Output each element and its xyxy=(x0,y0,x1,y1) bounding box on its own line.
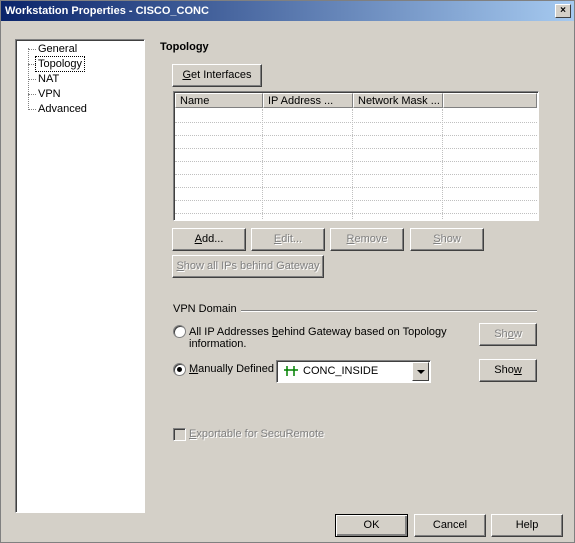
tree-item-topology[interactable]: Topology xyxy=(35,56,86,72)
add-button[interactable]: Add... xyxy=(172,228,246,251)
column-header-name[interactable]: Name xyxy=(175,93,263,108)
label-text: anually Defined xyxy=(198,363,275,375)
tree-connector xyxy=(28,49,36,50)
mnemonic: G xyxy=(182,69,191,81)
network-icon xyxy=(284,366,298,376)
interfaces-table[interactable]: Name IP Address ... Network Mask ... xyxy=(173,91,539,221)
label-text: xportable for SecuRemote xyxy=(196,428,325,440)
tree-item-advanced[interactable]: Advanced xyxy=(36,102,89,116)
button-label: w xyxy=(513,328,522,340)
button-label: dd... xyxy=(201,233,224,245)
section-title: Topology xyxy=(160,41,209,53)
radio-all-ip-addresses[interactable] xyxy=(173,325,186,338)
tree-connector xyxy=(28,94,36,95)
mnemonic: A xyxy=(194,233,202,245)
table-row[interactable] xyxy=(175,110,537,123)
column-header-extra[interactable] xyxy=(443,93,537,108)
button-label: dit... xyxy=(281,233,303,245)
table-row[interactable] xyxy=(175,123,537,136)
mnemonic: S xyxy=(433,233,441,245)
ok-button[interactable]: OK xyxy=(335,514,408,537)
column-header-ip-address[interactable]: IP Address ... xyxy=(263,93,353,108)
remove-button[interactable]: Remove xyxy=(330,228,404,251)
edit-button[interactable]: Edit... xyxy=(251,228,325,251)
selected-value: CONC_INSIDE xyxy=(303,365,379,377)
radio-manually-defined-label[interactable]: Manually Defined xyxy=(189,363,274,375)
button-label: emove xyxy=(354,233,388,245)
show-manual-button[interactable]: Show xyxy=(479,359,537,382)
tree-item-general[interactable]: General xyxy=(36,42,79,56)
help-button[interactable]: Help xyxy=(491,514,563,537)
tree-connector xyxy=(28,109,36,110)
manual-domain-select[interactable]: CONC_INSIDE xyxy=(276,360,431,383)
show-all-ips-button[interactable]: Show all IPs behind Gateway xyxy=(172,255,324,278)
chevron-down-icon[interactable] xyxy=(412,362,429,381)
label-text: ehind Gateway based on Topology xyxy=(278,326,447,338)
navigation-tree: General Topology NAT VPN Advanced xyxy=(15,39,145,513)
get-interfaces-button[interactable]: Get Interfaces xyxy=(172,64,262,87)
button-label: Sho xyxy=(494,364,514,376)
cancel-button[interactable]: Cancel xyxy=(414,514,486,537)
close-button[interactable]: × xyxy=(555,4,571,18)
vpn-domain-label: VPN Domain xyxy=(173,303,241,315)
label-text: All IP Addresses xyxy=(189,326,272,338)
table-row[interactable] xyxy=(175,175,537,188)
show-button[interactable]: Show xyxy=(410,228,484,251)
radio-all-ip-label-line2: information. xyxy=(189,338,247,350)
table-header: Name IP Address ... Network Mask ... xyxy=(175,93,537,109)
tree-item-vpn[interactable]: VPN xyxy=(36,87,63,101)
table-row[interactable] xyxy=(175,188,537,201)
radio-manually-defined[interactable] xyxy=(173,363,186,376)
button-label: how xyxy=(440,233,461,245)
mnemonic: M xyxy=(189,363,199,375)
table-row[interactable] xyxy=(175,201,537,214)
mnemonic: w xyxy=(513,364,522,376)
title-bar[interactable]: Workstation Properties - CISCO_CONC × xyxy=(1,1,574,21)
workstation-properties-dialog: Workstation Properties - CISCO_CONC × Ge… xyxy=(0,0,575,543)
group-divider xyxy=(235,310,537,312)
exportable-checkbox[interactable] xyxy=(173,428,186,441)
mnemonic: S xyxy=(176,260,184,272)
window-title: Workstation Properties - CISCO_CONC xyxy=(5,5,209,17)
button-label: et Interfaces xyxy=(191,69,252,81)
tree-connector xyxy=(28,79,36,80)
tree-item-nat[interactable]: NAT xyxy=(36,72,61,86)
exportable-label[interactable]: Exportable for SecuRemote xyxy=(189,428,324,440)
table-row[interactable] xyxy=(175,162,537,175)
table-row[interactable] xyxy=(175,149,537,162)
column-header-network-mask[interactable]: Network Mask ... xyxy=(353,93,443,108)
table-row[interactable] xyxy=(175,136,537,149)
button-label: how all IPs behind Gateway xyxy=(183,260,320,272)
radio-all-ip-label[interactable]: All IP Addresses behind Gateway based on… xyxy=(189,326,447,338)
show-topology-button[interactable]: Show xyxy=(479,323,537,346)
button-label: Sh xyxy=(494,328,508,340)
